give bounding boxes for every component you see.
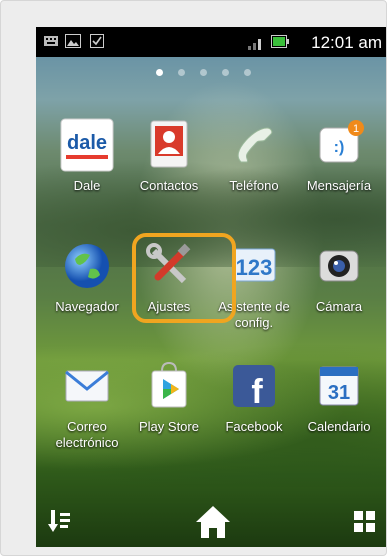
phone-icon xyxy=(227,118,281,172)
app-label: Correo electrónico xyxy=(55,419,119,450)
status-time: 12:01 am xyxy=(311,33,382,52)
page-dot[interactable] xyxy=(200,69,207,76)
camera-icon xyxy=(312,239,366,293)
status-bar: 12:01 am xyxy=(36,27,386,57)
svg-text::): :) xyxy=(334,139,345,156)
app-label: Contactos xyxy=(139,178,199,193)
app-label: Mensajería xyxy=(306,178,372,193)
page-indicator xyxy=(36,69,386,79)
app-mensajeria[interactable]: :) 1 Mensajería xyxy=(296,118,382,194)
page-dot[interactable] xyxy=(244,69,251,76)
setup-icon-text: 123 xyxy=(236,255,273,280)
contacts-icon xyxy=(142,118,196,172)
facebook-logo-text: f xyxy=(251,373,263,411)
app-play-store[interactable]: Play Store xyxy=(126,359,212,435)
sort-icon[interactable] xyxy=(48,510,74,534)
checkbox-icon xyxy=(90,34,104,48)
facebook-icon: f xyxy=(227,359,281,413)
app-camara[interactable]: Cámara xyxy=(296,239,382,315)
app-contactos[interactable]: Contactos xyxy=(126,118,212,194)
screenshot-frame: 12:01 am dale Dale Contactos Teléfono:)… xyxy=(0,0,387,556)
app-navegador[interactable]: Navegador xyxy=(44,239,130,315)
play-store-icon xyxy=(142,359,196,413)
dock-bar xyxy=(36,496,386,547)
app-facebook[interactable]: f Facebook xyxy=(211,359,297,435)
apps-grid-icon[interactable] xyxy=(354,511,376,533)
app-dale[interactable]: dale Dale xyxy=(44,118,130,194)
keyboard-icon xyxy=(44,36,58,46)
app-label: Cámara xyxy=(315,299,363,314)
dale-logo-text: dale xyxy=(67,132,107,154)
app-calendario[interactable]: 31 Calendario xyxy=(296,359,382,435)
app-label: Play Store xyxy=(139,419,199,434)
app-correo[interactable]: Correo electrónico xyxy=(44,359,130,451)
page-dot[interactable] xyxy=(156,69,163,76)
signal-icon xyxy=(248,39,261,50)
dale-icon: dale xyxy=(60,118,114,172)
battery-icon xyxy=(271,35,289,48)
page-dot[interactable] xyxy=(222,69,229,76)
calendar-date-text: 31 xyxy=(328,382,350,404)
app-label: Teléfono xyxy=(229,178,279,193)
app-label: Calendario xyxy=(307,419,371,434)
calendar-icon: 31 xyxy=(312,359,366,413)
browser-globe-icon xyxy=(60,239,114,293)
home-icon[interactable] xyxy=(194,504,232,540)
app-label: Facebook xyxy=(225,419,283,434)
highlight-box xyxy=(132,233,236,323)
page-dot[interactable] xyxy=(178,69,185,76)
notification-badge: 1 xyxy=(353,123,359,135)
app-label: Dale xyxy=(73,178,101,193)
image-icon xyxy=(65,34,81,48)
messaging-icon: :) 1 xyxy=(312,118,366,172)
email-icon xyxy=(60,359,114,413)
app-label: Navegador xyxy=(55,299,119,314)
app-telefono[interactable]: Teléfono xyxy=(211,118,297,194)
